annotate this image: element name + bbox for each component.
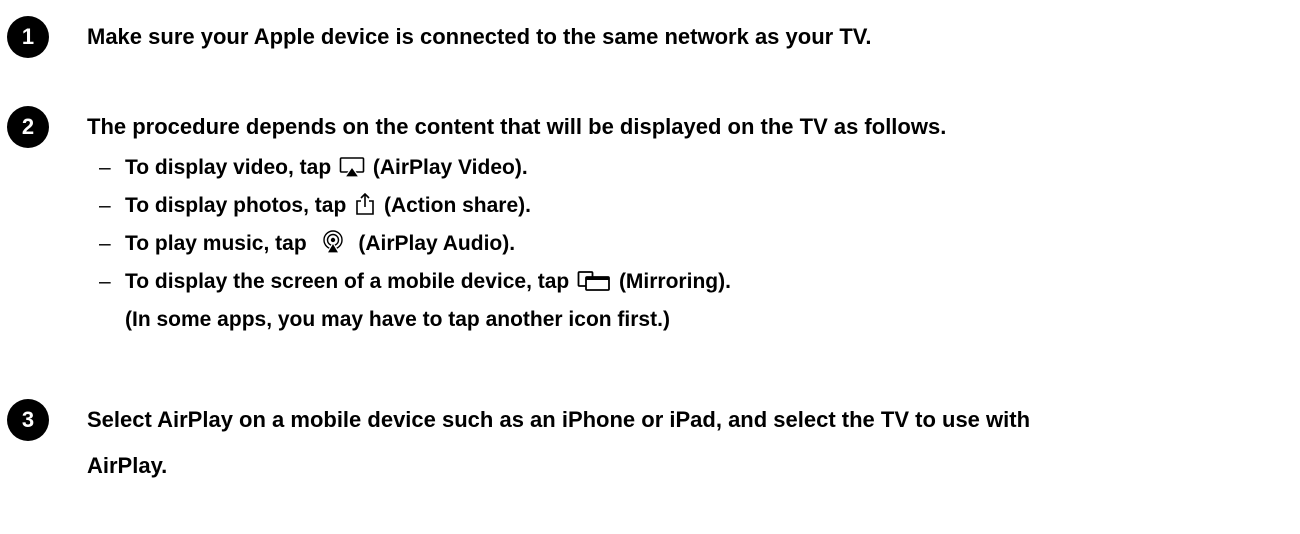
step-text: Make sure your Apple device is connected… [87, 24, 872, 49]
list-dash: – [99, 232, 111, 255]
step-number-badge: 1 [7, 16, 49, 58]
list-item-text: (Mirroring). [618, 270, 731, 293]
step-number-badge: 3 [7, 399, 49, 441]
step-text-continued: AirPlay. [87, 453, 168, 478]
action-share-icon [354, 192, 376, 225]
mirroring-icon [577, 270, 611, 301]
list-item-text: To play music, tap [125, 232, 307, 255]
list-item: – To display the screen of a mobile devic… [99, 267, 731, 301]
list-item-text: To display photos, tap [125, 194, 347, 217]
list-item-text: (AirPlay Audio). [358, 232, 516, 255]
step-number-badge: 2 [7, 106, 49, 148]
list-item-text: To display video, tap [125, 156, 332, 179]
step-text: Select AirPlay on a mobile device such a… [87, 407, 1031, 432]
list-item: – To play music, tap (AirPlay Audio). [99, 229, 515, 263]
note-text: (In some apps, you may have to tap anoth… [125, 308, 670, 331]
list-item-text: (AirPlay Video). [372, 156, 528, 179]
list-item-text: (Action share). [383, 194, 531, 217]
step-text: The procedure depends on the content tha… [87, 114, 947, 139]
list-item: – To display photos, tap (Action share). [99, 191, 531, 225]
list-dash: – [99, 270, 111, 293]
list-dash: – [99, 156, 111, 179]
airplay-video-icon [339, 156, 365, 187]
airplay-audio-icon [321, 230, 345, 263]
list-dash: – [99, 194, 111, 217]
list-item: – To display video, tap (AirPlay Video). [99, 153, 528, 187]
list-item-text: To display the screen of a mobile device… [125, 270, 570, 293]
